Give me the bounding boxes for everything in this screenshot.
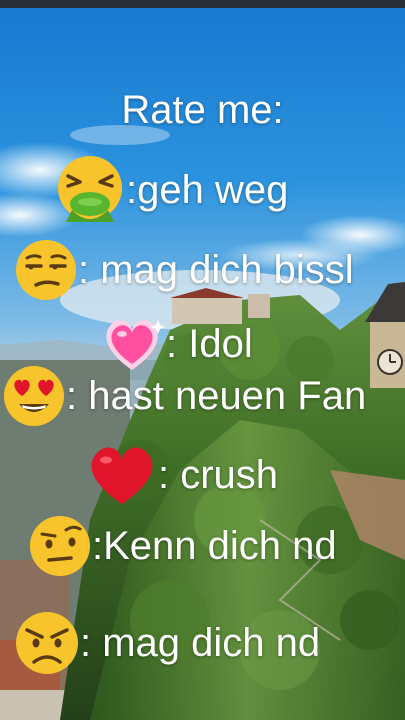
page-title: Rate me: xyxy=(121,88,284,132)
nauseated-vomiting-face-icon xyxy=(58,156,122,222)
rating-text: : mag dich bissl xyxy=(78,248,354,292)
red-heart-icon xyxy=(91,447,153,504)
heart-eyes-face-icon xyxy=(4,366,64,426)
rating-row: : hast neuen Fan xyxy=(2,364,366,428)
story-screen: Rate me: :geh weg : mag dich bissl: Ido… xyxy=(0,0,405,720)
rating-text: : Idol xyxy=(166,322,253,366)
rating-text: : mag dich nd xyxy=(80,621,321,665)
rating-text: :Kenn dich nd xyxy=(92,524,337,568)
rating-row: :geh weg xyxy=(54,154,288,226)
rating-text: : hast neuen Fan xyxy=(66,374,367,418)
rating-row: : crush xyxy=(86,444,278,506)
rating-row: : mag dich nd xyxy=(14,610,320,676)
status-bar xyxy=(0,0,405,8)
rating-row: :Kenn dich nd xyxy=(28,514,337,578)
angry-face-icon xyxy=(16,612,78,674)
unamused-face-icon xyxy=(16,240,76,300)
rating-text: :geh weg xyxy=(126,168,289,212)
rating-text: : crush xyxy=(158,453,279,497)
rating-row: : mag dich bissl xyxy=(14,238,354,302)
raised-eyebrow-face-icon xyxy=(30,516,90,576)
